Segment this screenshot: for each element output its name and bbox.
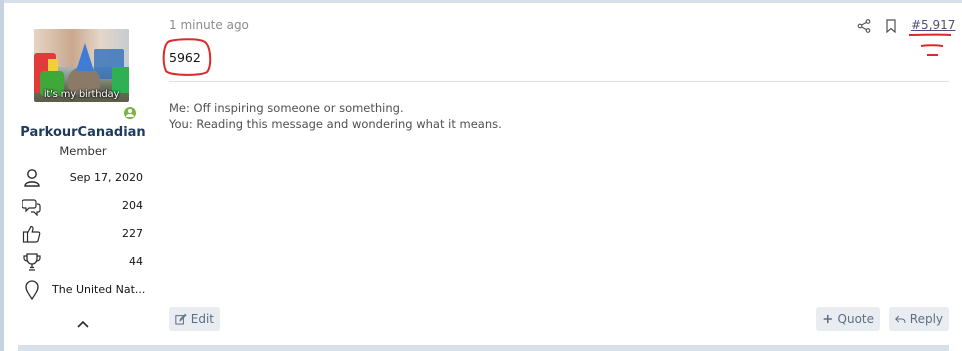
message-cell: 1 minute ago #5,917 5962 Me: Off inspiri… <box>169 3 955 345</box>
post-time[interactable]: 1 minute ago <box>169 18 249 32</box>
signature: Me: Off inspiring someone or something. … <box>169 100 502 132</box>
stat-messages: 204 <box>22 196 146 216</box>
thumbs-up-icon <box>22 225 41 243</box>
bottom-border <box>18 345 949 351</box>
stat-messages-value: 204 <box>122 199 143 212</box>
bookmark-icon[interactable] <box>885 19 897 33</box>
user-icon <box>24 169 40 187</box>
quote-label: Quote <box>837 312 874 326</box>
stat-location-value[interactable]: The United Nat... <box>52 283 146 296</box>
signature-line-2: You: Reading this message and wondering … <box>169 117 502 131</box>
signature-line-1: Me: Off inspiring someone or something. <box>169 101 404 115</box>
messages-icon <box>22 199 41 216</box>
edit-label: Edit <box>190 312 214 326</box>
signature-divider <box>169 81 949 82</box>
post-number-link[interactable]: #5,917 <box>911 18 955 32</box>
reply-button[interactable]: Reply <box>889 307 949 331</box>
stat-points-value: 44 <box>129 255 143 268</box>
stat-location: The United Nat... <box>22 280 146 300</box>
stat-joined: Sep 17, 2020 <box>22 168 146 188</box>
online-status-icon <box>123 106 137 120</box>
avatar-caption: it's my birthday <box>43 89 120 100</box>
stat-reactions-value: 227 <box>122 227 143 240</box>
stat-points: 44 <box>22 252 146 272</box>
user-title: Member <box>59 144 107 158</box>
quote-button[interactable]: Quote <box>816 307 880 331</box>
plus-icon <box>823 314 832 324</box>
trophy-icon <box>23 253 41 271</box>
avatar[interactable]: it's my birthday <box>34 29 129 102</box>
edit-icon <box>175 313 187 325</box>
post-body: 5962 <box>169 50 201 65</box>
user-cell: it's my birthday ParkourCanadian Member … <box>4 3 154 345</box>
location-icon <box>25 280 39 300</box>
username[interactable]: ParkourCanadian <box>4 125 162 140</box>
chevron-up-icon[interactable] <box>76 317 90 331</box>
share-icon[interactable] <box>857 19 871 33</box>
stat-joined-value: Sep 17, 2020 <box>69 171 143 184</box>
reply-icon <box>895 315 906 323</box>
stat-reactions: 227 <box>22 224 146 244</box>
reply-label: Reply <box>909 312 943 326</box>
edit-button[interactable]: Edit <box>169 307 220 331</box>
